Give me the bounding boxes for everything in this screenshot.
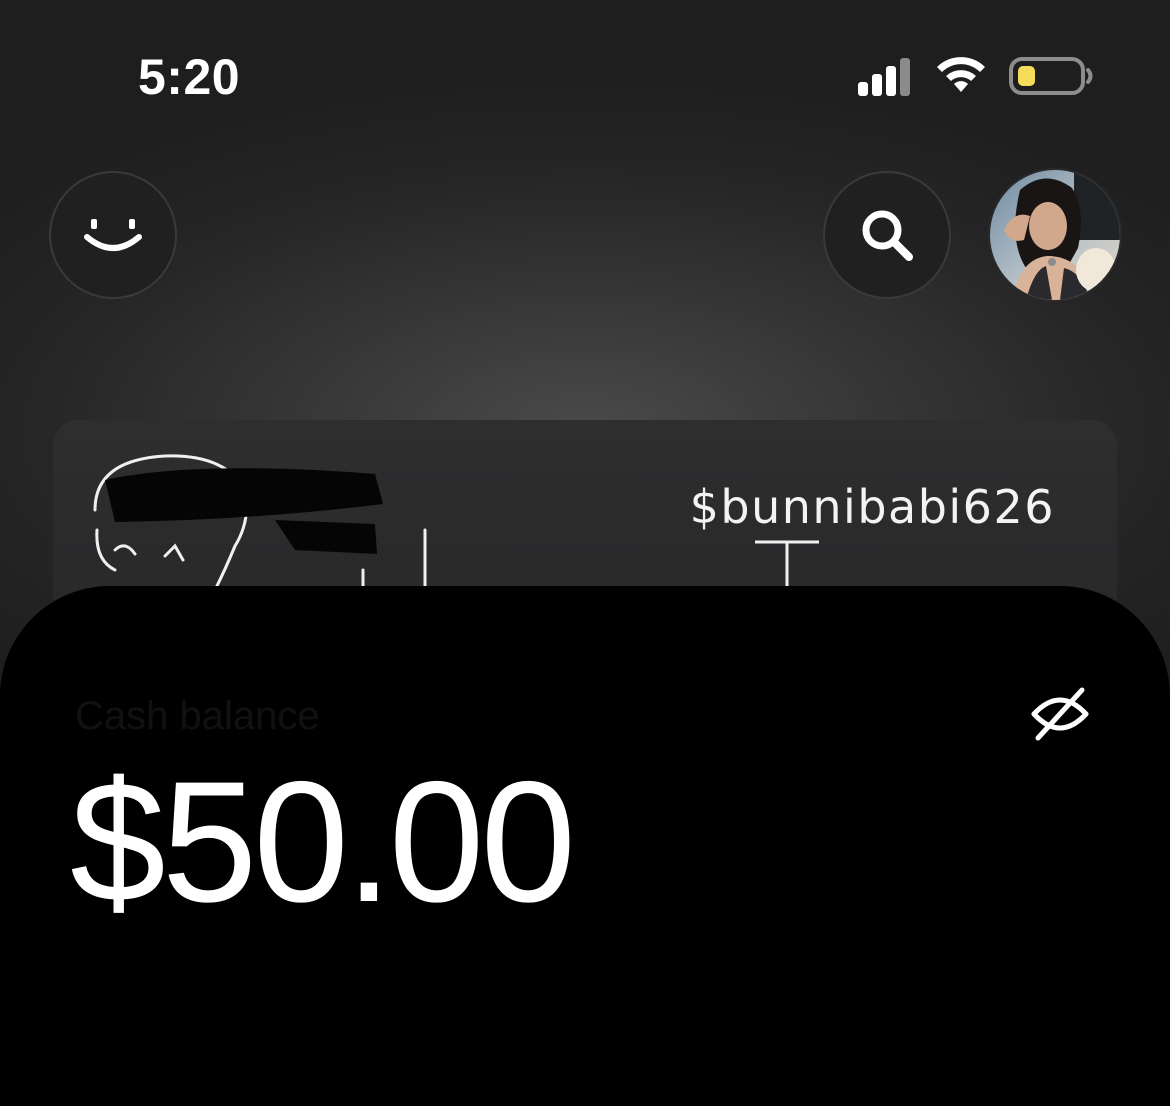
hide-balance-button[interactable]	[1028, 682, 1092, 746]
profile-avatar[interactable]	[988, 168, 1122, 302]
smiley-face-icon	[84, 219, 142, 251]
eye-slash-icon	[1031, 687, 1089, 741]
balance-amount: $50.00	[70, 746, 576, 938]
battery-icon	[1009, 57, 1093, 95]
activity-button[interactable]	[49, 171, 177, 299]
balance-label: Cash balance	[75, 694, 320, 738]
search-button[interactable]	[823, 171, 951, 299]
cashtag: $bunnibabi626	[689, 480, 1055, 534]
status-icons	[850, 52, 1100, 102]
search-icon	[862, 210, 913, 261]
status-time: 5:20	[138, 49, 241, 105]
app-screen: 5:20 $bunnibabi626 Cash balance $50.00	[0, 0, 1170, 1106]
wifi-icon	[937, 57, 985, 92]
profile-photo	[990, 170, 1120, 300]
balance-sheet: Cash balance $50.00	[0, 586, 1170, 1106]
cellular-signal-icon	[858, 58, 910, 96]
